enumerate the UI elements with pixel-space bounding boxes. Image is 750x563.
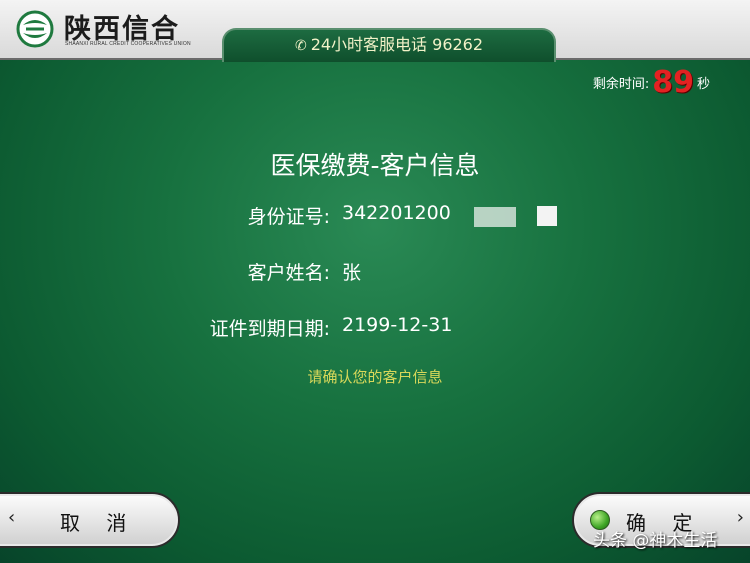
id-number-label: 身份证号: — [247, 206, 330, 228]
timer-label: 剩余时间: — [592, 76, 650, 92]
timer-unit: 秒 — [696, 76, 710, 92]
id-number-mask — [474, 207, 516, 227]
cancel-button[interactable]: ‹ 取 消 — [0, 492, 180, 548]
phone-icon: ✆ — [294, 38, 307, 54]
header-bar: 陕西信合 SHAANXI RURAL CREDIT COOPERATIVES U… — [0, 0, 750, 62]
hotline: ✆ 24小时客服电话 96262 — [224, 30, 554, 60]
bank-logo: 陕西信合 SHAANXI RURAL CREDIT COOPERATIVES U… — [16, 8, 206, 50]
bank-name-en: SHAANXI RURAL CREDIT COOPERATIVES UNION — [65, 41, 191, 47]
customer-name-value: 张 — [342, 262, 362, 284]
chevron-right-icon: › — [736, 507, 744, 528]
cancel-label: 取 消 — [60, 511, 137, 535]
hotline-text: 24小时客服电话 96262 — [310, 35, 484, 54]
timer-value: 89 — [652, 64, 694, 100]
id-number-value: 342201200 — [342, 202, 451, 224]
countdown-timer: 剩余时间: 89 秒 — [592, 64, 710, 100]
expiry-date-label: 证件到期日期: — [209, 318, 330, 340]
chevron-left-icon: ‹ — [8, 507, 16, 528]
watermark: 头条 @神木生活 — [593, 531, 718, 551]
id-number-mask-2 — [537, 206, 557, 226]
customer-name-label: 客户姓名: — [247, 262, 330, 284]
confirm-hint: 请确认您的客户信息 — [307, 368, 443, 386]
atm-screen: 陕西信合 SHAANXI RURAL CREDIT COOPERATIVES U… — [0, 0, 750, 563]
expiry-date-value: 2199-12-31 — [342, 314, 453, 336]
hotline-tab: ✆ 24小时客服电话 96262 — [222, 28, 556, 62]
page-title: 医保缴费-客户信息 — [270, 151, 480, 180]
bank-logo-icon — [16, 10, 54, 48]
